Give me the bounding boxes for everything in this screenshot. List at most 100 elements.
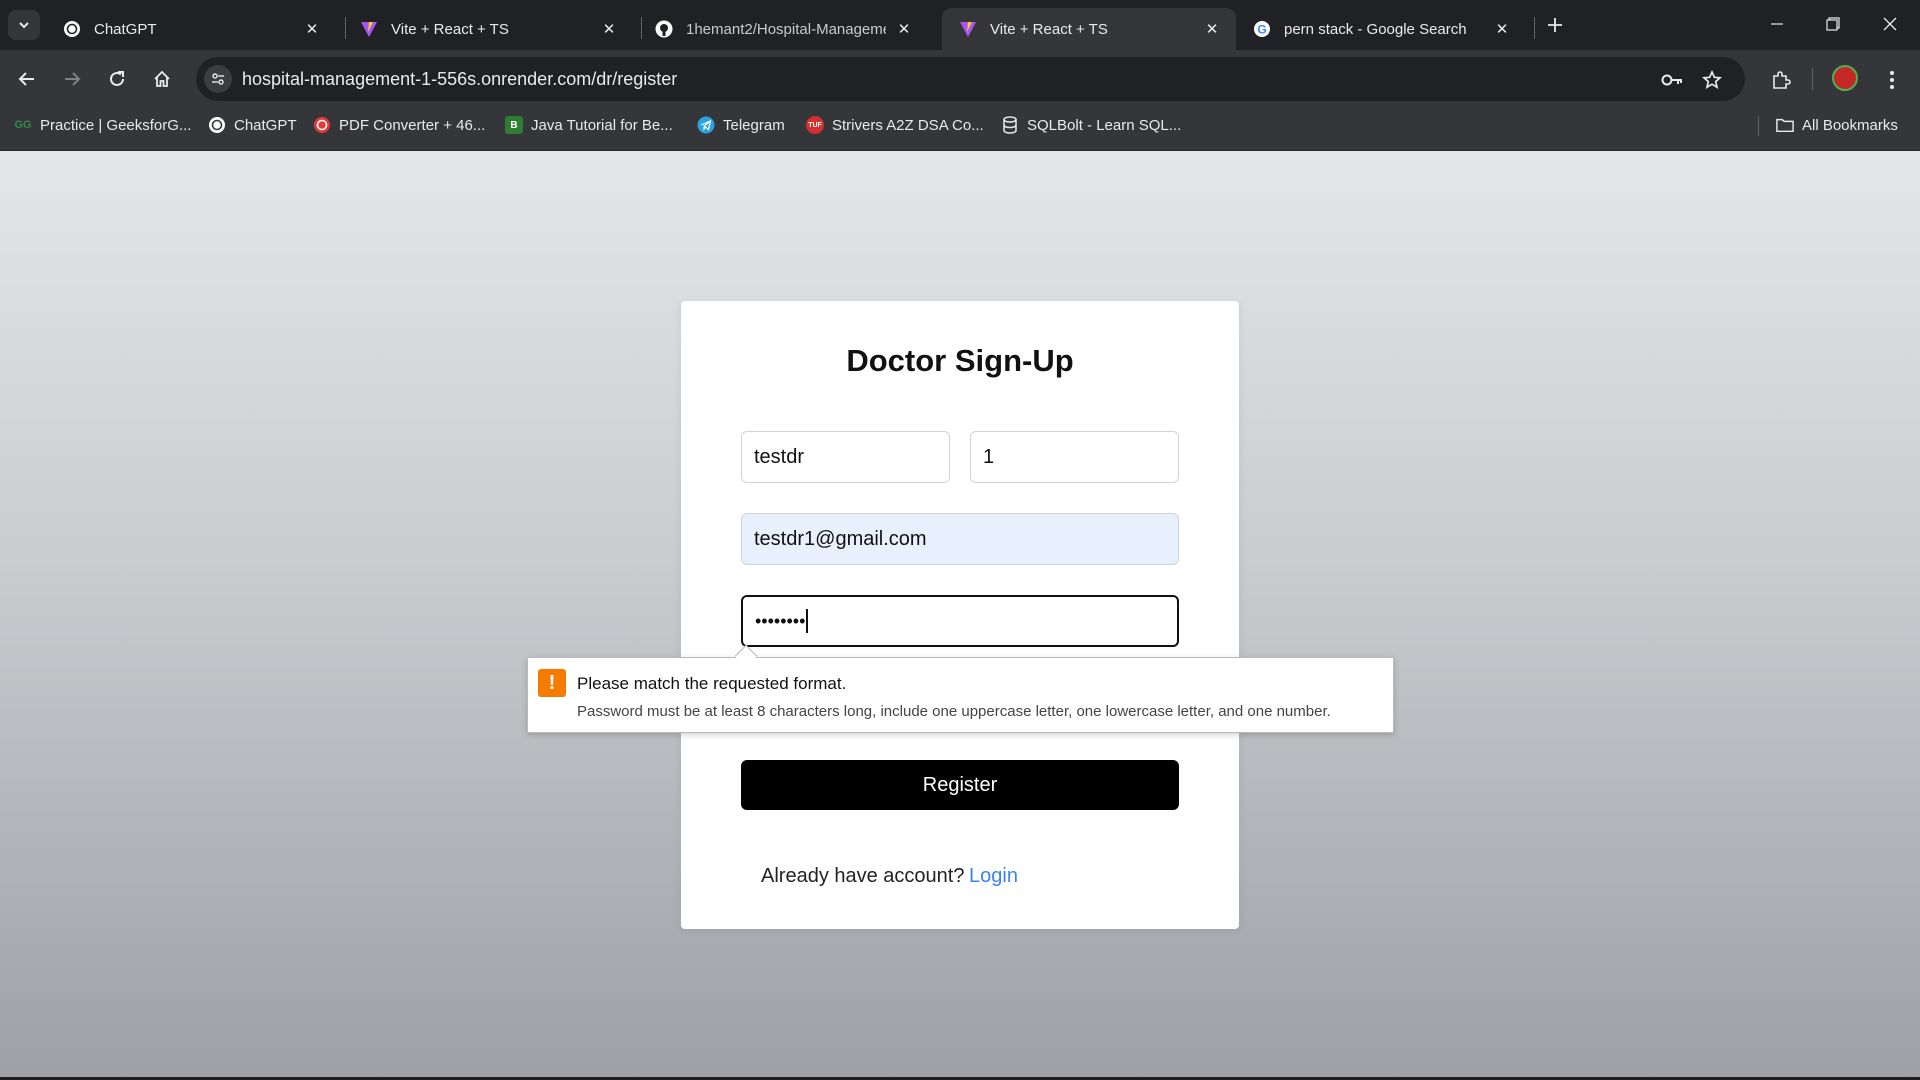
bookmarks-divider <box>1758 116 1759 136</box>
more-vertical-icon <box>1890 71 1894 89</box>
back-button[interactable] <box>11 63 43 95</box>
email-value: testdr1@gmail.com <box>754 527 927 550</box>
menu-button[interactable] <box>1877 65 1907 95</box>
close-icon[interactable]: ✕ <box>302 19 322 39</box>
signup-card: Doctor Sign-Up testdr 1 testdr1@gmail.co… <box>681 301 1239 929</box>
tune-icon <box>212 73 224 85</box>
tab-github[interactable]: 1hemant2/Hospital-Manageme ✕ <box>638 8 928 50</box>
plus-icon <box>1548 18 1562 32</box>
all-bookmarks-button[interactable]: All Bookmarks <box>1776 108 1898 142</box>
page-viewport: Doctor Sign-Up testdr 1 testdr1@gmail.co… <box>0 151 1920 1080</box>
forward-button[interactable] <box>56 63 88 95</box>
restore-icon <box>1826 17 1840 31</box>
close-icon[interactable]: ✕ <box>1202 19 1222 39</box>
bookmark-label: Practice | GeeksforG... <box>40 116 192 134</box>
star-icon <box>1702 70 1722 89</box>
tab-google-search[interactable]: G pern stack - Google Search ✕ <box>1236 8 1526 50</box>
bookmark-sqlbolt[interactable]: SQLBolt - Learn SQL... <box>1001 108 1181 142</box>
profile-avatar[interactable] <box>1832 65 1858 91</box>
close-icon[interactable]: ✕ <box>894 19 914 39</box>
telegram-icon <box>697 116 715 134</box>
restore-button[interactable] <box>1805 0 1861 48</box>
password-key-button[interactable] <box>1661 69 1683 91</box>
page-title: Doctor Sign-Up <box>846 343 1074 378</box>
bookmark-strivers[interactable]: TUF Strivers A2Z DSA Co... <box>806 108 984 142</box>
toolbar-divider <box>1812 68 1813 90</box>
key-icon <box>1661 74 1682 86</box>
bookmark-label: Telegram <box>723 116 785 134</box>
bookmark-label: ChatGPT <box>234 116 297 134</box>
close-window-button[interactable] <box>1862 0 1918 48</box>
validation-detail: Password must be at least 8 characters l… <box>577 703 1331 720</box>
reload-icon <box>110 71 124 86</box>
google-icon: G <box>1252 19 1272 39</box>
last-name-input[interactable]: 1 <box>970 431 1179 483</box>
email-field[interactable]: testdr1@gmail.com <box>741 513 1179 565</box>
bookmark-star-button[interactable] <box>1701 69 1723 91</box>
home-icon <box>154 70 170 87</box>
chatgpt-icon <box>208 116 226 134</box>
first-name-value: testdr <box>754 445 805 468</box>
validation-tooltip: ! Please match the requested format. Pas… <box>527 657 1394 733</box>
tab-search-button[interactable] <box>8 10 40 40</box>
extensions-button[interactable] <box>1766 65 1796 95</box>
new-tab-button[interactable] <box>1541 11 1569 39</box>
minimize-icon <box>1771 23 1783 25</box>
all-bookmarks-label: All Bookmarks <box>1802 116 1898 134</box>
password-value: •••••••• <box>755 610 806 631</box>
tuf-icon: TUF <box>806 116 824 134</box>
bookmark-chatgpt[interactable]: ChatGPT <box>208 108 297 142</box>
chatgpt-icon <box>62 19 82 39</box>
validation-title: Please match the requested format. <box>577 674 847 693</box>
register-button[interactable]: Register <box>741 760 1179 810</box>
bookmark-label: Java Tutorial for Be... <box>531 116 673 134</box>
arrow-right-icon <box>65 72 81 86</box>
tab-vite-1[interactable]: Vite + React + TS ✕ <box>343 8 633 50</box>
pdf-converter-icon <box>313 116 331 134</box>
database-icon <box>1001 116 1019 134</box>
text-caret <box>806 609 809 633</box>
close-icon[interactable]: ✕ <box>599 19 619 39</box>
address-bar[interactable]: hospital-management-1-556s.onrender.com/… <box>196 57 1745 101</box>
vite-icon <box>359 19 379 39</box>
tab-title: Vite + React + TS <box>990 20 1108 38</box>
site-info-button[interactable] <box>204 65 232 93</box>
svg-text:G: G <box>1257 23 1266 37</box>
browser-toolbar: hospital-management-1-556s.onrender.com/… <box>0 50 1920 108</box>
tab-chatgpt[interactable]: ChatGPT ✕ <box>46 8 336 50</box>
last-name-value: 1 <box>983 445 995 468</box>
tab-vite-active[interactable]: Vite + React + TS ✕ <box>942 8 1236 50</box>
reload-button[interactable] <box>101 63 133 95</box>
bookmark-pdf-converter[interactable]: PDF Converter + 46... <box>313 108 485 142</box>
bookmark-label: Strivers A2Z DSA Co... <box>832 116 984 134</box>
already-have-account-text: Already have account? <box>761 865 965 887</box>
close-icon[interactable]: ✕ <box>1492 19 1512 39</box>
chevron-down-icon <box>19 22 29 29</box>
java-tutorial-icon: B <box>505 116 523 134</box>
arrow-left-icon <box>18 72 34 86</box>
home-button[interactable] <box>146 63 178 95</box>
bookmark-label: PDF Converter + 46... <box>339 116 486 134</box>
geeksforgeeks-icon: GG <box>14 119 32 131</box>
tab-divider <box>1534 17 1535 39</box>
url-text[interactable]: hospital-management-1-556s.onrender.com/… <box>242 69 677 90</box>
bookmark-label: SQLBolt - Learn SQL... <box>1027 116 1182 134</box>
bookmarks-bar: GG Practice | GeeksforG... ChatGPT PDF C… <box>0 108 1920 151</box>
puzzle-icon <box>1773 71 1791 89</box>
bookmark-java-tutorial[interactable]: B Java Tutorial for Be... <box>505 108 673 142</box>
first-name-input[interactable]: testdr <box>741 431 950 483</box>
password-field[interactable]: •••••••• <box>741 595 1179 647</box>
github-icon <box>654 19 674 39</box>
tab-title: pern stack - Google Search <box>1284 20 1467 38</box>
warning-icon: ! <box>538 669 566 697</box>
minimize-button[interactable] <box>1749 0 1805 48</box>
tab-title: Vite + React + TS <box>391 20 509 38</box>
tab-title: ChatGPT <box>94 20 157 38</box>
tab-title: 1hemant2/Hospital-Manageme <box>686 20 886 38</box>
bookmark-geeksforgeeks[interactable]: GG Practice | GeeksforG... <box>14 108 191 142</box>
folder-icon <box>1776 116 1794 134</box>
close-icon <box>1883 17 1897 31</box>
login-link[interactable]: Login <box>969 865 1018 888</box>
vite-icon <box>958 19 978 39</box>
bookmark-telegram[interactable]: Telegram <box>697 108 785 142</box>
